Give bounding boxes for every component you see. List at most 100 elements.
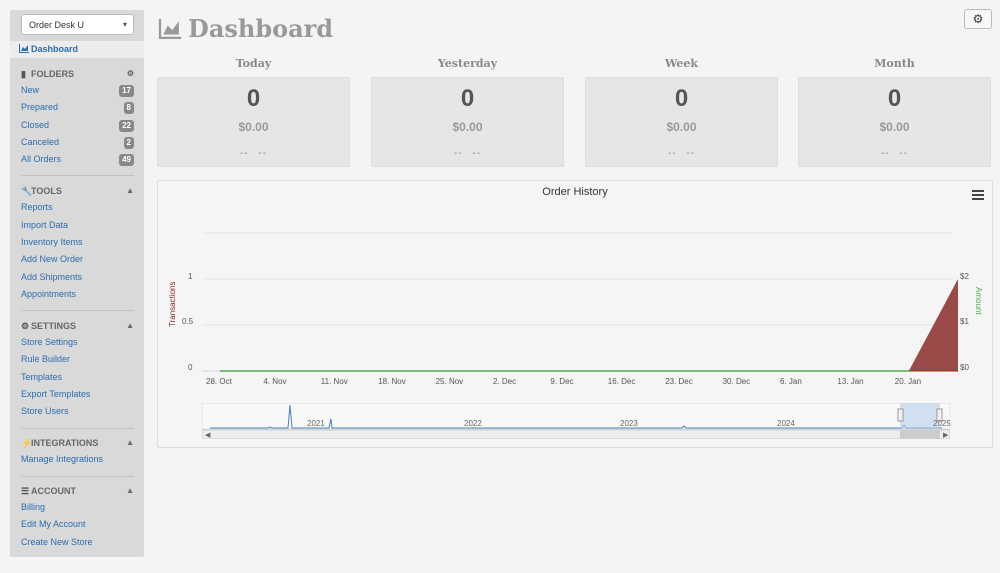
sidebar-item-label: Canceled [21, 137, 60, 147]
settings-heading[interactable]: ⚙ SETTINGS ▲ [21, 321, 134, 334]
navigator-year: 2021 [307, 419, 325, 428]
wrench-icon: 🔧 [21, 186, 33, 196]
sidebar-item-label: Dashboard [31, 44, 79, 54]
sidebar-item-reports[interactable]: Reports [21, 202, 134, 216]
folders-heading: ▮ FOLDERS ⚙ [21, 69, 134, 82]
sidebar-item-store-users[interactable]: Store Users [21, 406, 134, 420]
section-label: ACCOUNT [31, 486, 76, 496]
stat-amount: $0.00 [238, 120, 269, 134]
stat-compare: -- -- [880, 148, 909, 159]
sidebar-item-label: Closed [21, 120, 50, 130]
scrollbar-thumb[interactable] [900, 430, 940, 439]
scroll-left-icon[interactable]: ◀ [205, 432, 211, 439]
collapse-icon[interactable]: ▲ [126, 186, 134, 195]
collapse-icon[interactable]: ▲ [126, 486, 134, 495]
x-tick-label: 2. Dec [493, 377, 517, 386]
gear-icon[interactable]: ⚙ [127, 69, 134, 78]
stat-compare: -- -- [239, 148, 268, 159]
stat-label-week: Week [664, 57, 699, 70]
cog-icon: ⚙ [21, 321, 30, 331]
account-heading[interactable]: ☰ ACCOUNT ▲ [21, 486, 134, 499]
x-tick-label: 28. Oct [206, 377, 232, 386]
page-title: Dashboard [158, 14, 333, 48]
sidebar-item-import-data[interactable]: Import Data [21, 220, 134, 234]
x-tick-label: 4. Nov [263, 377, 287, 386]
collapse-icon[interactable]: ▲ [126, 438, 134, 447]
sidebar-item-new[interactable]: New 17 [21, 85, 134, 99]
x-tick-label: 18. Nov [378, 377, 406, 386]
section-label: TOOLS [31, 186, 62, 196]
sidebar-item-store-settings[interactable]: Store Settings [21, 337, 134, 351]
stat-amount: $0.00 [452, 120, 483, 134]
count-badge: 2 [123, 137, 134, 149]
divider [21, 310, 134, 311]
sidebar-item-label: New [21, 85, 40, 95]
gear-icon: ⚙ [972, 12, 984, 26]
sidebar-item-canceled[interactable]: Canceled 2 [21, 137, 134, 151]
sidebar-item-appointments[interactable]: Appointments [21, 289, 134, 303]
sidebar-item-all-orders[interactable]: All Orders 49 [21, 154, 134, 168]
store-select-value: Order Desk U [29, 20, 85, 30]
x-tick-label: 11. Nov [320, 377, 348, 386]
x-tick-label: 25. Nov [435, 377, 464, 386]
sidebar-item-rule-builder[interactable]: Rule Builder [21, 354, 134, 368]
stat-amount: $0.00 [879, 120, 910, 134]
sidebar-item-create-new-store[interactable]: Create New Store [21, 537, 134, 551]
stat-label-month: Month [874, 57, 915, 70]
sidebar-item-label: Prepared [21, 102, 59, 112]
stat-amount: $0.00 [666, 120, 697, 134]
count-badge: 17 [119, 85, 134, 97]
stat-count: 0 [674, 85, 689, 112]
tools-heading[interactable]: 🔧TOOLS ▲ [21, 186, 134, 199]
sidebar-item-edit-my-account[interactable]: Edit My Account [21, 519, 134, 533]
sidebar-item-manage-integrations[interactable]: Manage Integrations [21, 454, 134, 468]
order-history-chart: Order History Transactions Amount 1 0.5 … [157, 180, 993, 448]
divider [21, 175, 134, 176]
plug-icon: ⚡ [21, 438, 33, 448]
folder-icon: ▮ [21, 69, 26, 79]
sidebar-item-billing[interactable]: Billing [21, 502, 134, 516]
count-badge: 8 [123, 102, 134, 114]
section-label: FOLDERS [31, 69, 75, 79]
sidebar-item-label: All Orders [21, 154, 62, 164]
sidebar-item-closed[interactable]: Closed 22 [21, 120, 134, 134]
integrations-heading[interactable]: ⚡INTEGRATIONS ▲ [21, 438, 134, 451]
sidebar: Order Desk U ▾ Dashboard ▮ FOLDERS ⚙ New 1… [10, 10, 144, 557]
x-tick-label: 16. Dec [607, 377, 636, 386]
sidebar-item-add-new-order[interactable]: Add New Order [21, 254, 134, 268]
stat-count: 0 [460, 85, 475, 112]
scrollbar-track[interactable] [202, 429, 950, 439]
count-badge: 22 [119, 120, 134, 132]
navigator[interactable]: ◀ ▶ 2021 2022 2023 2024 2025 [202, 403, 951, 439]
divider [21, 428, 134, 429]
x-tick-label: 30. Dec [722, 377, 751, 386]
stat-count: 0 [887, 85, 902, 112]
stat-count: 0 [246, 85, 261, 112]
page-title-text: Dashboard [188, 14, 334, 43]
stat-label-today: Today [235, 57, 272, 70]
stat-card-month: 0 $0.00 -- -- [798, 77, 991, 167]
collapse-icon[interactable]: ▲ [126, 321, 134, 330]
navigator-year: 2025 [933, 419, 951, 428]
store-select[interactable]: Order Desk U ▾ [21, 14, 134, 35]
x-tick-label: 13. Jan [837, 377, 864, 386]
navigator-handle-left[interactable] [897, 408, 904, 422]
divider [21, 476, 134, 477]
scroll-right-icon[interactable]: ▶ [943, 432, 949, 439]
sidebar-item-add-shipments[interactable]: Add Shipments [21, 272, 134, 286]
x-tick-label: 23. Dec [665, 377, 693, 386]
stat-card-week: 0 $0.00 -- -- [585, 77, 778, 167]
navigator-year: 2022 [464, 419, 482, 428]
sidebar-item-templates[interactable]: Templates [21, 372, 134, 386]
sidebar-item-dashboard[interactable]: Dashboard [10, 41, 144, 58]
stat-card-today: 0 $0.00 -- -- [157, 77, 350, 167]
stat-compare: -- -- [453, 148, 482, 159]
count-badge: 49 [119, 154, 134, 166]
navigator-year: 2023 [620, 419, 638, 428]
sidebar-item-inventory-items[interactable]: Inventory Items [21, 237, 134, 251]
section-label: SETTINGS [31, 321, 77, 331]
settings-button[interactable]: ⚙ [964, 9, 992, 29]
sidebar-item-export-templates[interactable]: Export Templates [21, 389, 134, 403]
list-icon: ☰ [21, 486, 30, 496]
sidebar-item-prepared[interactable]: Prepared 8 [21, 102, 134, 116]
